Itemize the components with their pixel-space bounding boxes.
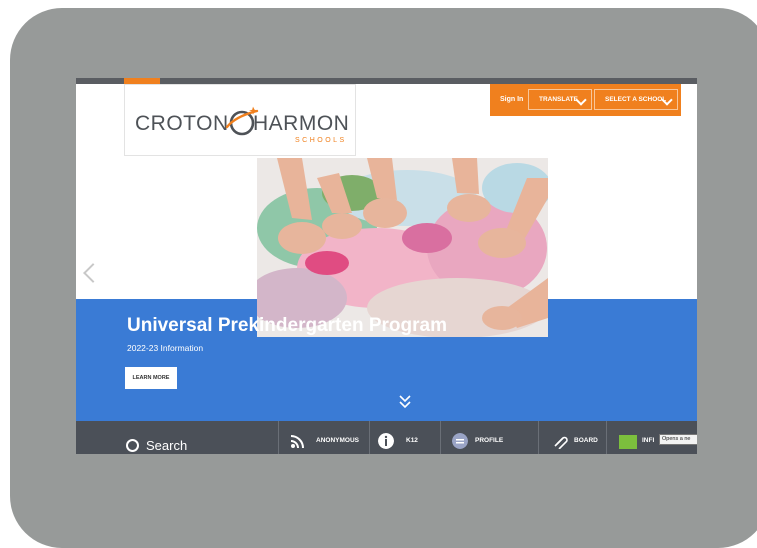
- site-logo[interactable]: CROTON HARMON SCHOOLS: [124, 84, 356, 156]
- select-school-button[interactable]: SELECT A SCHOOL: [594, 89, 678, 110]
- utility-bar: Sign In TRANSLATE SELECT A SCHOOL: [490, 84, 681, 116]
- paperclip-icon: [554, 436, 568, 449]
- painted-hands-image: [257, 158, 548, 337]
- quicklink-k12[interactable]: K12: [406, 437, 418, 444]
- hero-title: Universal Prekindergarten Program: [127, 315, 447, 336]
- quicklink-anonymous[interactable]: ANONYMOUS: [316, 437, 359, 444]
- quicklinks-divider: [606, 421, 607, 454]
- quicklink-board[interactable]: BOARD: [574, 437, 598, 444]
- sign-in-link[interactable]: Sign In: [500, 96, 523, 103]
- translate-button[interactable]: TRANSLATE: [528, 89, 592, 110]
- profile-icon: [452, 433, 468, 449]
- logo-word-croton: CROTON: [135, 112, 229, 135]
- browser-viewport: CROTON HARMON SCHOOLS Sign In TRANSLATE …: [76, 78, 697, 454]
- logo-word-schools: SCHOOLS: [295, 137, 347, 144]
- link-tooltip: Opens a ne: [659, 434, 697, 445]
- quicklink-profile[interactable]: PROFILE: [475, 437, 503, 444]
- select-school-label: SELECT A SCHOOL: [605, 96, 667, 103]
- search-icon[interactable]: [126, 439, 139, 452]
- carousel-prev-icon[interactable]: [83, 263, 103, 283]
- quicklinks-divider: [440, 421, 441, 454]
- quicklink-infinite[interactable]: INFI: [642, 437, 654, 444]
- translate-label: TRANSLATE: [539, 96, 578, 103]
- infinite-campus-icon: [619, 435, 637, 449]
- hero-subtitle: 2022-23 Information: [127, 343, 204, 353]
- learn-more-button[interactable]: LEARN MORE: [125, 367, 177, 389]
- logo-word-harmon: HARMON: [253, 112, 350, 135]
- quicklinks-divider: [369, 421, 370, 454]
- info-icon: [378, 433, 394, 449]
- search-link[interactable]: Search: [146, 438, 187, 453]
- hero-image: [257, 158, 548, 337]
- quicklinks-divider: [278, 421, 279, 454]
- scroll-down-icon[interactable]: [398, 394, 412, 410]
- quicklinks-divider: [538, 421, 539, 454]
- rss-icon: [290, 435, 304, 449]
